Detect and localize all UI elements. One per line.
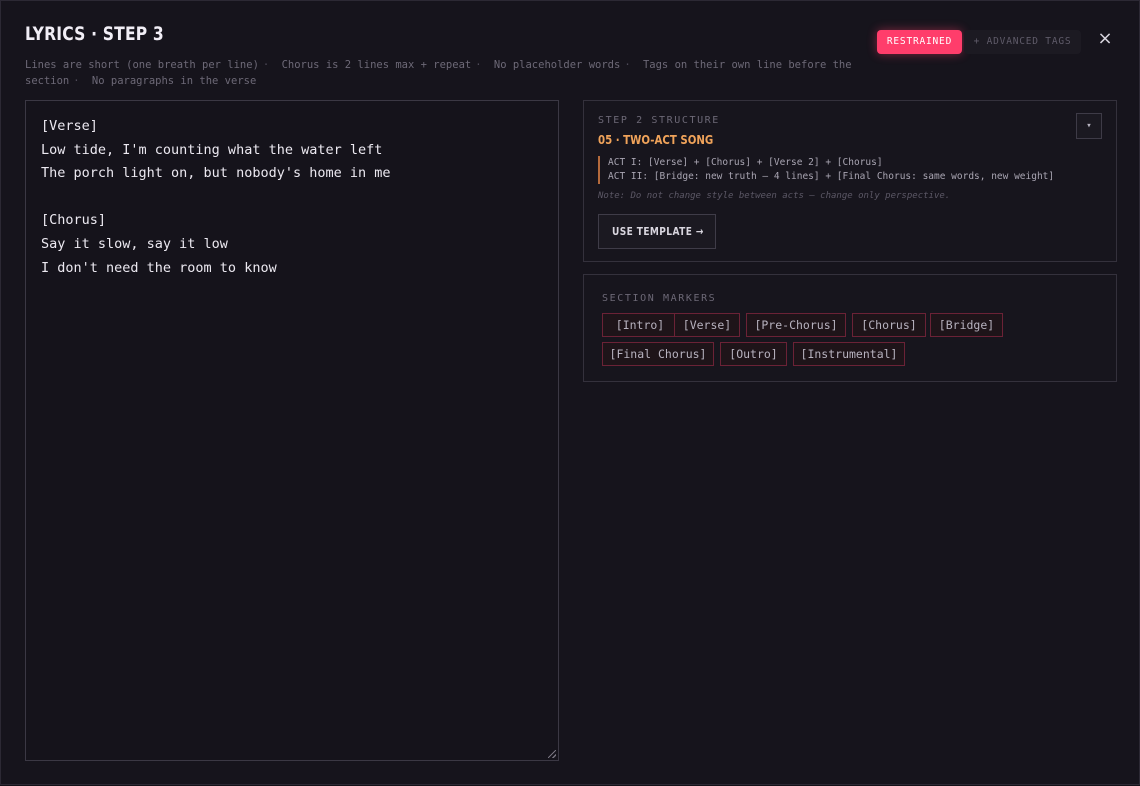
page-title: LYRICS · STEP 3 (25, 23, 164, 45)
rule-item: No paragraphs in the verse (91, 75, 257, 87)
resize-handle-icon[interactable] (548, 750, 556, 758)
marker-chip-pre-chorus[interactable]: [Pre-Chorus] (746, 313, 846, 337)
structure-eyebrow: STEP 2 STRUCTURE (598, 115, 720, 126)
acts-block: ACT I: [Verse] + [Chorus] + [Verse 2] + … (598, 156, 1054, 184)
act-one-text: ACT I: [Verse] + [Chorus] + [Verse 2] + … (608, 157, 883, 168)
marker-chip-verse[interactable]: [Verse] (674, 313, 740, 337)
rule-separator: · (475, 59, 482, 71)
lyrics-line: Low tide, I'm counting what the water le… (41, 141, 383, 158)
structure-card: STEP 2 STRUCTURE 05 · TWO-ACT SONG ▾ ACT… (583, 100, 1117, 262)
marker-chip-chorus[interactable]: [Chorus] (852, 313, 926, 337)
lyrics-line (41, 186, 558, 210)
advanced-tags-toggle[interactable]: + ADVANCED TAGS (964, 30, 1081, 54)
structure-note: Note: Do not change style between acts —… (598, 191, 951, 201)
rule-separator: · (73, 75, 80, 87)
lyrics-line: The porch light on, but nobody's home in… (41, 165, 391, 182)
use-template-label: USE TEMPLATE → (612, 225, 704, 238)
template-dropdown-button[interactable]: ▾ (1076, 113, 1102, 139)
rule-separator: · (624, 59, 631, 71)
template-name: 05 · TWO-ACT SONG (598, 133, 714, 147)
marker-chip-instrumental[interactable]: [Instrumental] (793, 342, 905, 366)
lyrics-line: I don't need the room to know (41, 259, 277, 276)
restrained-mode-toggle[interactable]: RESTRAINED (877, 30, 962, 54)
lyrics-editor[interactable]: [Verse] Low tide, I'm counting what the … (25, 100, 559, 761)
marker-chip-intro[interactable]: [Intro] (602, 313, 678, 337)
lyrics-line: [Chorus] (41, 212, 107, 229)
act-two-text: ACT II: [Bridge: new truth — 4 lines] + … (608, 171, 1055, 182)
markers-eyebrow: SECTION MARKERS (602, 293, 717, 304)
rules-list: Lines are short (one breath per line) · C… (25, 57, 860, 89)
lyrics-line: [Verse] (41, 118, 98, 134)
marker-chip-final-chorus[interactable]: [Final Chorus] (602, 342, 714, 366)
lyrics-modal: LYRICS · STEP 3 Lines are short (one bre… (0, 0, 1140, 785)
rule-item: Lines are short (one breath per line) (25, 59, 259, 71)
rule-item: Chorus is 2 lines max + repeat (281, 59, 472, 71)
marker-chip-outro[interactable]: [Outro] (720, 342, 787, 366)
chevron-down-icon: ▾ (1086, 121, 1092, 131)
lyrics-text[interactable]: [Verse] Low tide, I'm counting what the … (26, 101, 558, 280)
close-icon[interactable]: × (1095, 29, 1115, 49)
rule-separator: · (262, 59, 270, 71)
rule-item: No placeholder words (493, 59, 621, 71)
marker-chip-bridge[interactable]: [Bridge] (930, 313, 1003, 337)
lyrics-line: Say it slow, say it low (41, 235, 228, 252)
section-markers-card: SECTION MARKERS [Intro] [Verse] [Pre-Cho… (583, 274, 1117, 382)
use-template-button[interactable]: USE TEMPLATE → (598, 214, 716, 249)
